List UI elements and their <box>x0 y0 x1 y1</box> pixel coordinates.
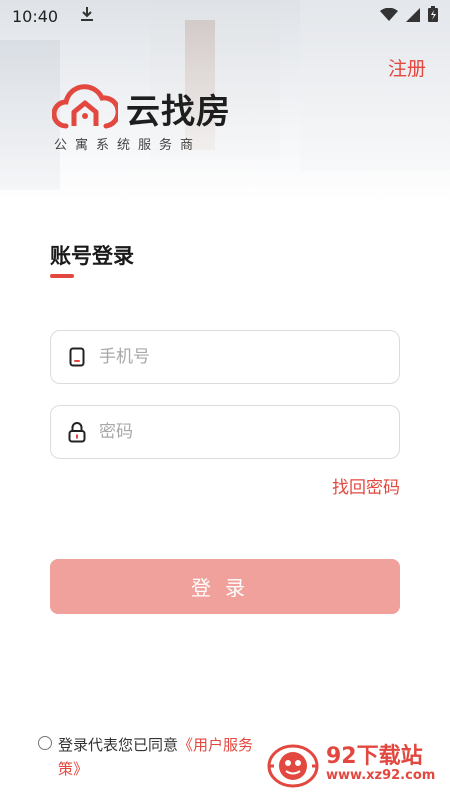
watermark-url: www.xz92.com <box>326 768 436 783</box>
app-logo: 云找房 <box>51 82 231 134</box>
forgot-password-link[interactable]: 找回密码 <box>332 473 400 498</box>
phone-icon <box>67 346 87 368</box>
watermark-title: 92下载站 <box>326 744 423 769</box>
cloud-house-icon <box>51 82 121 134</box>
signal-icon <box>406 7 420 26</box>
phone-field[interactable] <box>50 330 400 384</box>
password-input[interactable] <box>99 422 379 442</box>
lock-icon <box>67 421 87 443</box>
password-field[interactable] <box>50 405 400 459</box>
logo-tagline: 公寓系统服务商 <box>54 138 202 153</box>
watermark: 92下载站 www.xz92.com <box>262 738 448 794</box>
page-title: 账号登录 <box>50 244 134 268</box>
logo-name: 云找房 <box>126 91 231 132</box>
login-button[interactable]: 登录 <box>50 559 400 614</box>
user-agreement-link[interactable]: 《用户服务 <box>178 736 253 754</box>
agreement-row: 登录代表您已同意《用户服务 策》 <box>38 733 268 781</box>
phone-input[interactable] <box>99 347 379 367</box>
watermark-logo-icon <box>264 740 322 794</box>
title-underline <box>50 274 74 278</box>
register-link[interactable]: 注册 <box>388 54 426 81</box>
agreement-text: 登录代表您已同意《用户服务 策》 <box>58 733 268 781</box>
building-shape <box>0 40 60 190</box>
wifi-icon <box>380 7 398 26</box>
status-bar: 10:40 <box>0 0 450 32</box>
status-time: 10:40 <box>12 6 59 26</box>
agreement-radio[interactable] <box>38 736 52 750</box>
agreement-prefix: 登录代表您已同意 <box>58 736 179 754</box>
download-icon <box>80 6 94 26</box>
battery-icon <box>428 6 438 26</box>
privacy-policy-link[interactable]: 策》 <box>58 760 88 778</box>
